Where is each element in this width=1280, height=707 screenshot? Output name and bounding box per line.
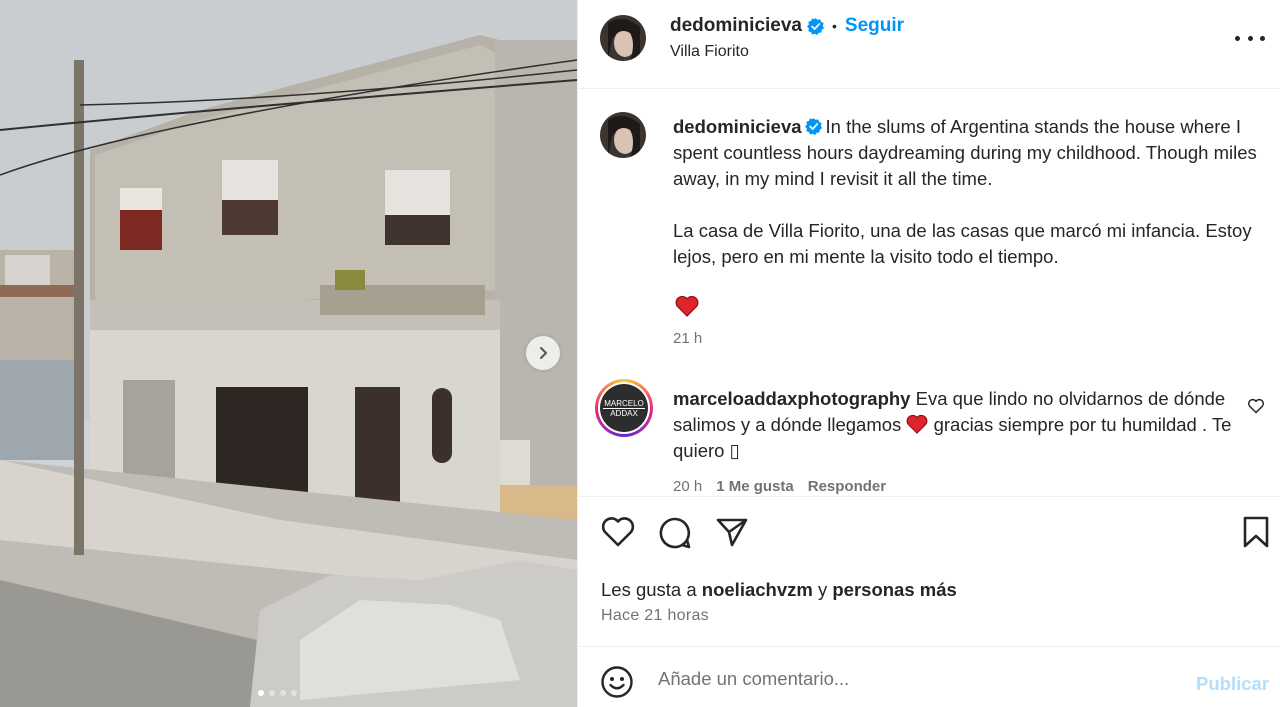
post-timestamp[interactable]: Hace 21 horas xyxy=(601,607,709,625)
caption-username[interactable]: dedominicieva xyxy=(673,116,802,137)
likes-conjunction: y xyxy=(817,579,828,600)
comment-meta: 20 h 1 Me gusta Responder xyxy=(673,478,886,495)
save-bookmark-icon[interactable] xyxy=(1242,515,1270,549)
header-separator: • xyxy=(832,18,837,34)
commenter-avatar[interactable]: MARCELO ADDAX xyxy=(595,379,653,437)
comment-reply-button[interactable]: Responder xyxy=(808,478,886,495)
likes-prefix: Les gusta a xyxy=(601,579,697,600)
post-actions: Les gusta a noeliachvzm y personas más H… xyxy=(578,496,1280,646)
carousel-dots xyxy=(258,690,297,696)
comment-likes-count[interactable]: 1 Me gusta xyxy=(716,478,794,495)
emoji-smiley-icon[interactable] xyxy=(600,665,634,699)
like-heart-icon[interactable] xyxy=(600,515,636,549)
comment-text: marceloaddaxphotography Eva que lindo no… xyxy=(673,386,1233,464)
red-heart-emoji-icon xyxy=(907,414,928,434)
verified-badge-icon xyxy=(804,118,822,135)
author-avatar[interactable] xyxy=(600,15,646,61)
follow-button[interactable]: Seguir xyxy=(845,15,904,37)
carousel-dot xyxy=(280,690,286,696)
red-heart-emoji-icon xyxy=(675,295,699,317)
post-media[interactable] xyxy=(0,0,577,707)
carousel-dot xyxy=(269,690,275,696)
more-options-button[interactable] xyxy=(1235,26,1265,50)
comment-composer: Publicar xyxy=(578,646,1280,707)
author-username[interactable]: dedominicieva xyxy=(670,15,802,37)
likes-summary: Les gusta a noeliachvzm y personas más xyxy=(601,579,957,601)
caption-text-spanish: La casa de Villa Fiorito, una de las cas… xyxy=(673,220,1252,267)
carousel-dot xyxy=(258,690,264,696)
post-location[interactable]: Villa Fiorito xyxy=(670,43,749,61)
comment-time[interactable]: 20 h xyxy=(673,478,702,495)
comment-trailing-glyph: ▯ xyxy=(729,440,740,461)
verified-badge-icon xyxy=(807,17,824,35)
post-dialog: dedominicieva • Seguir Villa Fiorito ded… xyxy=(0,0,1280,707)
share-send-icon[interactable] xyxy=(715,515,749,549)
more-dot-icon xyxy=(1235,35,1240,41)
caption-author-avatar[interactable] xyxy=(600,112,646,158)
post-side-panel: dedominicieva • Seguir Villa Fiorito ded… xyxy=(577,0,1280,707)
caption-time[interactable]: 21 h xyxy=(673,330,702,347)
street-house-photo xyxy=(0,0,577,707)
carousel-next-button[interactable] xyxy=(526,336,560,370)
comment-input[interactable] xyxy=(658,665,1178,693)
comment-like-heart-icon[interactable] xyxy=(1247,398,1265,414)
avatar-logo-line1: MARCELO xyxy=(603,398,645,409)
commenter-username[interactable]: marceloaddaxphotography xyxy=(673,388,910,409)
publish-button[interactable]: Publicar xyxy=(1196,673,1269,695)
likes-user-link[interactable]: noeliachvzm xyxy=(702,579,813,600)
carousel-dot xyxy=(291,690,297,696)
comment-bubble-icon[interactable] xyxy=(657,515,693,551)
likes-others-link[interactable]: personas más xyxy=(832,579,956,600)
caption-text: dedominicieva In the slums of Argentina … xyxy=(673,114,1258,270)
more-dot-icon xyxy=(1247,35,1253,41)
comments-list[interactable]: dedominicieva In the slums of Argentina … xyxy=(578,90,1280,496)
avatar-logo-line2: ADDAX xyxy=(610,408,638,418)
more-dot-icon xyxy=(1260,35,1265,41)
chevron-right-icon xyxy=(540,347,547,359)
post-header: dedominicieva • Seguir Villa Fiorito xyxy=(578,0,1280,89)
